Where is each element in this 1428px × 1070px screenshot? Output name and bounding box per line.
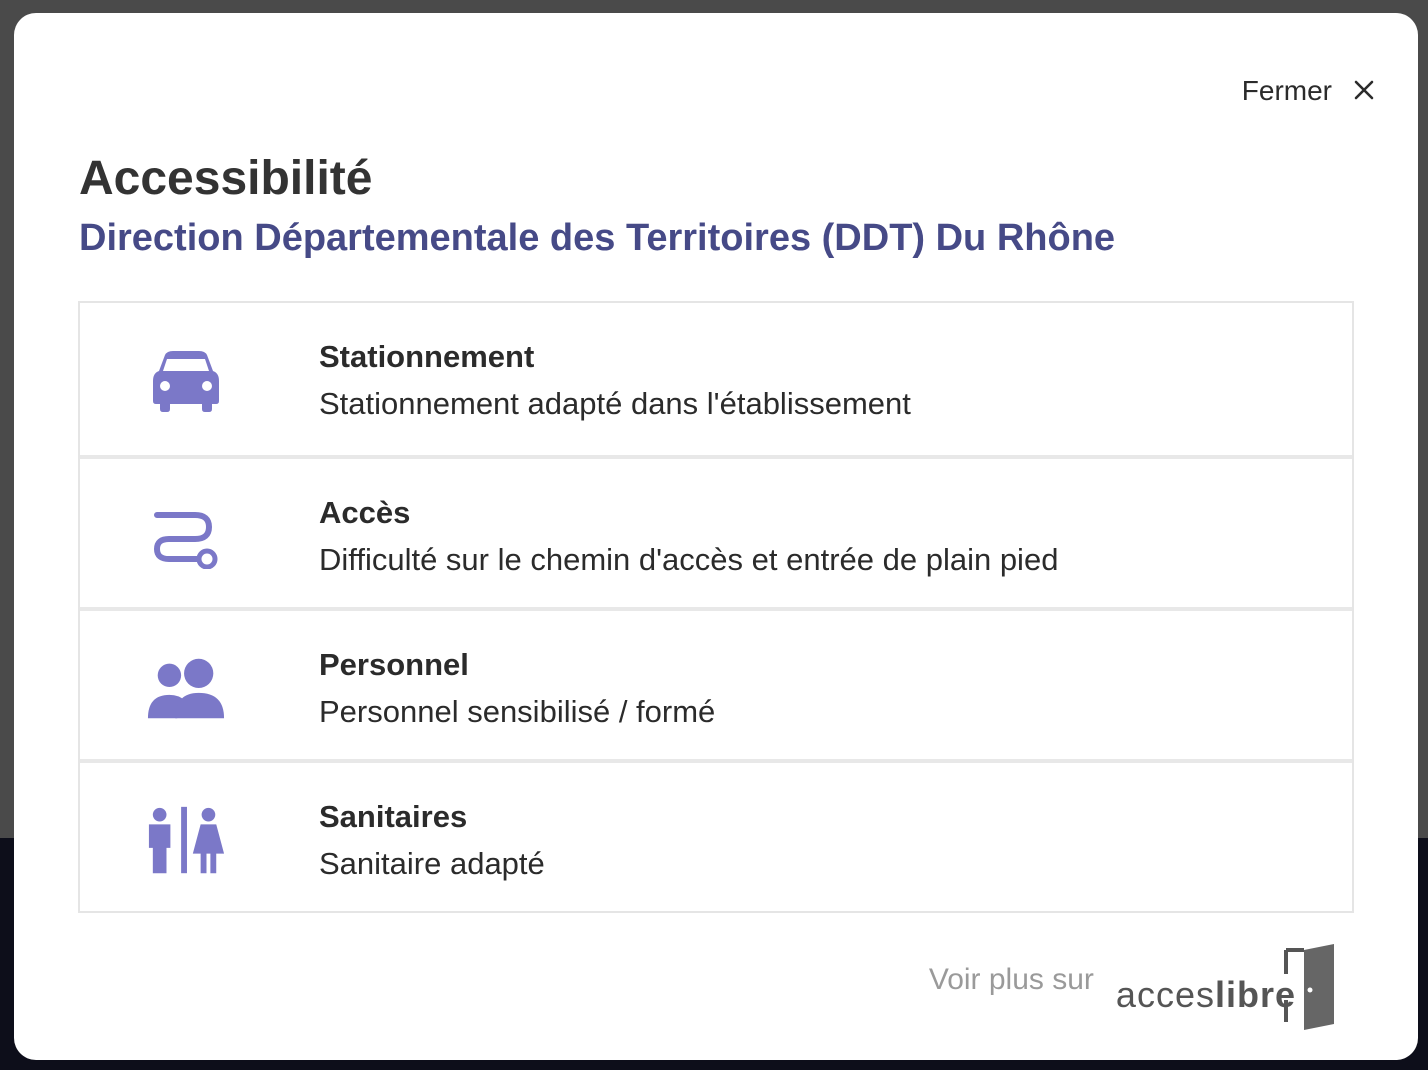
close-button[interactable]: Fermer [1242,75,1374,107]
people-icon [146,657,226,721]
restroom-icon [146,806,226,874]
close-label: Fermer [1241,75,1332,106]
item-description: Stationnement adapté dans l'établissemen… [319,386,911,421]
acceslibre-logo[interactable]: acces libre [1115,944,1338,1030]
modal-title: Accessibilité [79,152,373,205]
modal-subtitle: Direction Départementale des Territoires… [79,217,1116,259]
accessibility-modal: Fermer Accessibilité Direction Départeme… [14,13,1418,1060]
door-icon [1284,944,1334,1030]
item-name: Stationnement [319,339,535,374]
close-icon[interactable] [1354,76,1374,106]
list-item-personnel: Personnel Personnel sensibilisé / formé [80,607,1352,759]
item-name: Accès [319,495,411,530]
logo-acces: acces [1115,974,1215,1015]
item-name: Personnel [319,647,469,682]
list-item-stationnement: Stationnement Stationnement adapté dans … [80,303,1352,455]
accessibility-list: Stationnement Stationnement adapté dans … [78,301,1354,913]
list-item-acces: Accès Difficulté sur le chemin d'accès e… [80,455,1352,607]
item-name: Sanitaires [319,799,468,834]
path-icon [146,505,226,569]
item-description: Sanitaire adapté [319,846,545,881]
item-description: Personnel sensibilisé / formé [319,694,716,729]
acceslibre-link[interactable]: Voir plus sur acces libre [928,944,1338,1030]
voir-plus-label: Voir plus sur [928,963,1094,996]
car-icon [146,349,226,413]
item-description: Difficulté sur le chemin d'accès et entr… [319,542,1059,577]
list-item-sanitaires: Sanitaires Sanitaire adapté [80,759,1352,911]
